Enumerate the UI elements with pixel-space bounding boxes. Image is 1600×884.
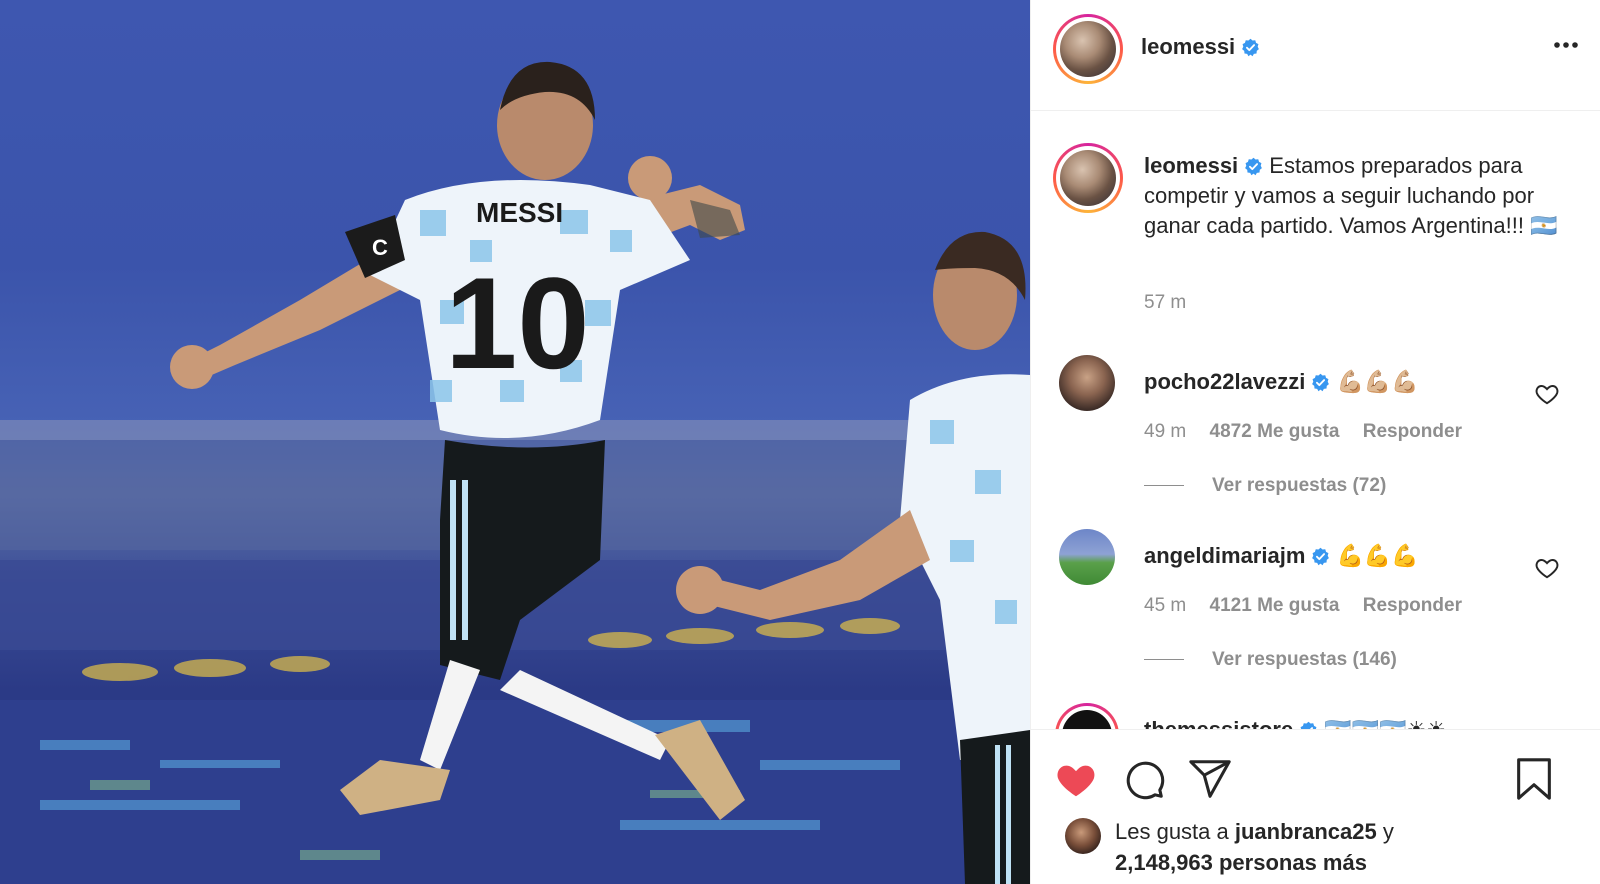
comment-item: angeldimariajm 💪💪💪 45 m 4121 Me gusta Re… (1031, 529, 1600, 689)
comment-meta: 49 m 4872 Me gusta Responder (1144, 421, 1480, 443)
comment-line: angeldimariajm 💪💪💪 (1144, 543, 1419, 569)
header-username-text[interactable]: leomessi (1141, 34, 1235, 59)
likes-text: Les gusta a juanbranca25 y 2,148,963 per… (1115, 816, 1394, 878)
comment-icon[interactable] (1121, 756, 1167, 802)
comment-avatar[interactable] (1059, 529, 1115, 585)
more-horizontal-icon[interactable] (1551, 30, 1581, 60)
caption-username[interactable]: leomessi (1144, 153, 1238, 178)
comment-meta: 45 m 4121 Me gusta Responder (1144, 595, 1480, 617)
header-username[interactable]: leomessi (1141, 34, 1260, 60)
comment-username[interactable]: pocho22lavezzi (1144, 369, 1305, 394)
post-photo-illustration: C MESSI 10 (0, 61, 1030, 884)
verified-badge-icon (1312, 373, 1330, 392)
comment-avatar[interactable] (1059, 355, 1115, 411)
verified-badge-icon (1245, 157, 1263, 176)
view-replies-button[interactable]: Ver respuestas (72) (1144, 475, 1386, 497)
comment-username[interactable]: themessistore (1144, 717, 1293, 729)
likes-summary: Les gusta a juanbranca25 y 2,148,963 per… (1061, 816, 1581, 876)
likes-avatar[interactable] (1065, 818, 1101, 854)
header-avatar[interactable] (1053, 14, 1123, 84)
verified-badge-icon (1242, 38, 1260, 57)
comment-line: pocho22lavezzi 💪🏼💪🏼💪🏼 (1144, 369, 1419, 395)
jersey-number: 10 (445, 250, 590, 396)
comment-item: pocho22lavezzi 💪🏼💪🏼💪🏼 49 m 4872 Me gusta… (1031, 355, 1600, 515)
view-replies-text[interactable]: Ver respuestas (72) (1212, 475, 1386, 496)
verified-badge-icon (1312, 547, 1330, 566)
comment-item: themessistore 🇦🇷🇦🇷🇦🇷☀☀ (1031, 703, 1600, 729)
actions-divider (1031, 729, 1600, 730)
bookmark-icon[interactable] (1511, 756, 1557, 802)
caption: leomessi Estamos preparados para competi… (1144, 151, 1574, 241)
comment-reply-button[interactable]: Responder (1363, 421, 1462, 442)
jersey-name: MESSI (476, 197, 563, 228)
comment-text: 🇦🇷🇦🇷🇦🇷☀☀ (1324, 718, 1446, 729)
likes-prefix: Les gusta a (1115, 819, 1229, 844)
comment-likes[interactable]: 4121 Me gusta (1210, 595, 1340, 616)
comment-avatar[interactable] (1055, 703, 1119, 729)
caption-avatar[interactable] (1053, 143, 1123, 213)
comment-line: themessistore 🇦🇷🇦🇷🇦🇷☀☀ (1144, 717, 1446, 729)
likes-count-link[interactable]: 2,148,963 personas más (1115, 850, 1367, 875)
likes-connector: y (1382, 819, 1394, 844)
comment-time[interactable]: 49 m (1144, 421, 1186, 442)
caption-time[interactable]: 57 m (1144, 292, 1186, 314)
comment-text: 💪🏼💪🏼💪🏼 (1336, 370, 1419, 395)
likes-user-link[interactable]: juanbranca25 (1235, 819, 1377, 844)
comment-username[interactable]: angeldimariajm (1144, 543, 1305, 568)
comment-reply-button[interactable]: Responder (1363, 595, 1462, 616)
comments-scroll-area[interactable]: leomessi Estamos preparados para competi… (1031, 111, 1600, 729)
armband-letter: C (372, 235, 388, 260)
comment-likes[interactable]: 4872 Me gusta (1210, 421, 1340, 442)
view-replies-text[interactable]: Ver respuestas (146) (1212, 649, 1397, 670)
view-replies-button[interactable]: Ver respuestas (146) (1144, 649, 1397, 671)
send-icon[interactable] (1187, 756, 1233, 802)
comment-heart-icon[interactable] (1534, 381, 1560, 407)
replies-dash (1144, 659, 1184, 661)
comment-time[interactable]: 45 m (1144, 595, 1186, 616)
comment-text: 💪💪💪 (1336, 544, 1419, 569)
replies-dash (1144, 485, 1184, 487)
post-sidebar: leomessi leomessi Estamos preparados par… (1030, 0, 1600, 884)
comment-heart-icon[interactable] (1534, 555, 1560, 581)
post-photo[interactable]: C MESSI 10 (0, 0, 1030, 884)
heart-filled-icon[interactable] (1053, 756, 1099, 802)
verified-badge-icon (1300, 721, 1317, 729)
